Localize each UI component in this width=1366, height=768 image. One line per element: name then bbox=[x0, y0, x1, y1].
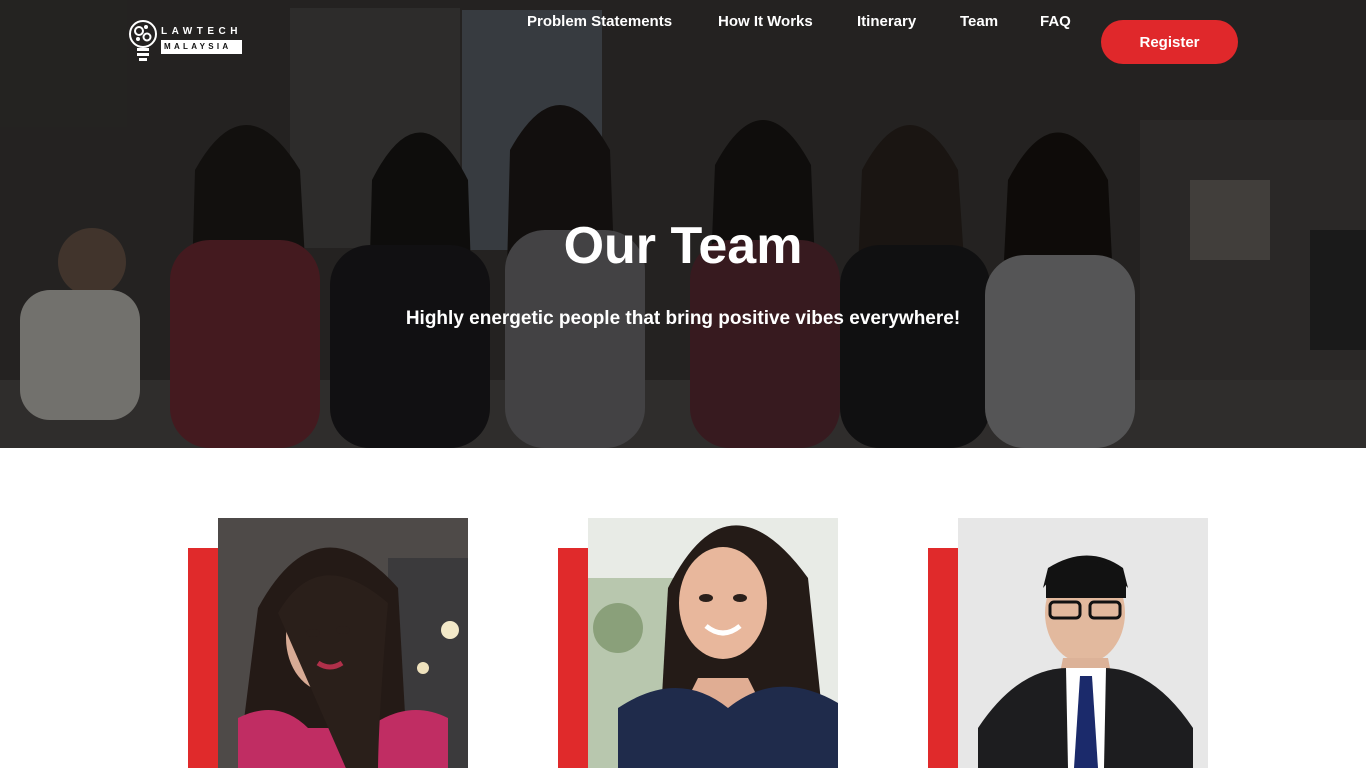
team-member-card[interactable] bbox=[558, 518, 838, 768]
portrait-woman-navy-top-icon bbox=[588, 518, 838, 768]
portrait-man-suit-glasses-icon bbox=[958, 518, 1208, 768]
register-button[interactable]: Register bbox=[1101, 20, 1238, 64]
team-member-card[interactable] bbox=[188, 518, 468, 768]
card-accent-bar bbox=[928, 548, 958, 768]
nav-link-how-it-works[interactable]: How It Works bbox=[718, 13, 813, 30]
nav-link-faq[interactable]: FAQ bbox=[1040, 13, 1071, 30]
team-member-card[interactable] bbox=[928, 518, 1208, 768]
card-accent-bar bbox=[188, 548, 218, 768]
lawtech-logo[interactable]: LAWTECH MALAYSIA bbox=[128, 18, 256, 64]
portrait-woman-pink-top-icon bbox=[218, 518, 468, 768]
nav-link-itinerary[interactable]: Itinerary bbox=[857, 13, 916, 30]
lightbulb-gears-icon bbox=[129, 20, 157, 61]
nav-link-team[interactable]: Team bbox=[960, 13, 998, 30]
logo-wordmark-top: LAWTECH bbox=[161, 26, 242, 37]
card-accent-bar bbox=[558, 548, 588, 768]
nav-link-problem-statements[interactable]: Problem Statements bbox=[527, 13, 672, 30]
page-title: Our Team bbox=[563, 217, 803, 275]
logo-wordmark-bottom: MALAYSIA bbox=[161, 40, 242, 54]
page-subtitle: Highly energetic people that bring posit… bbox=[405, 308, 961, 329]
